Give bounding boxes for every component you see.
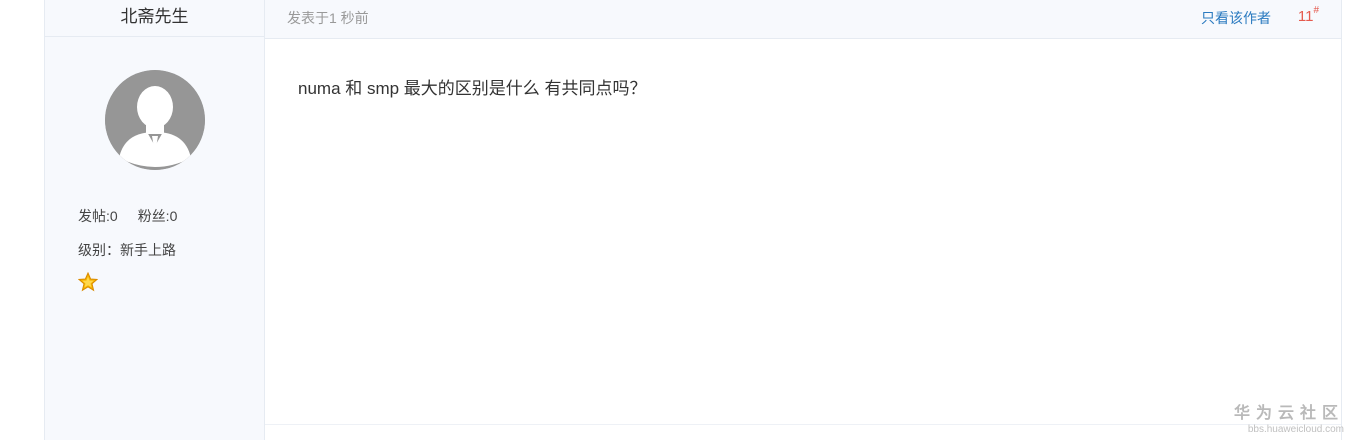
- author-level: 级别：新手上路: [78, 242, 176, 258]
- author-avatar[interactable]: [105, 70, 205, 170]
- post-header: 发表于1 秒前 只看该作者 11#: [265, 0, 1341, 39]
- floor-number[interactable]: 11#: [1297, 5, 1319, 25]
- watermark: 华为云社区 bbs.huaweicloud.com: [1234, 399, 1344, 435]
- watermark-url: bbs.huaweicloud.com: [1247, 424, 1344, 435]
- only-author-link[interactable]: 只看该作者: [1201, 8, 1271, 28]
- posts-count: 发帖:0: [78, 208, 118, 224]
- fans-count: 粉丝:0: [137, 208, 178, 224]
- floor-value: 11: [1297, 8, 1314, 25]
- forum-post: 北斋先生 发帖:0 粉丝:0 级别：新手上路 发表于1 秒前 只看该作者 11#: [44, 0, 1342, 440]
- post-body: numa 和 smp 最大的区别是什么 有共同点吗？: [298, 79, 647, 98]
- author-stats: 发帖:0 粉丝:0: [78, 206, 197, 226]
- author-sidebar: 北斋先生 发帖:0 粉丝:0 级别：新手上路: [45, 0, 265, 440]
- watermark-title: 华为云社区: [1233, 405, 1344, 422]
- post-divider: [265, 424, 1341, 425]
- posted-time: 发表于1 秒前: [287, 10, 369, 26]
- default-avatar-icon: [105, 70, 205, 170]
- star-icon: [77, 271, 99, 292]
- author-name[interactable]: 北斋先生: [45, 0, 264, 37]
- floor-mark: #: [1313, 5, 1319, 16]
